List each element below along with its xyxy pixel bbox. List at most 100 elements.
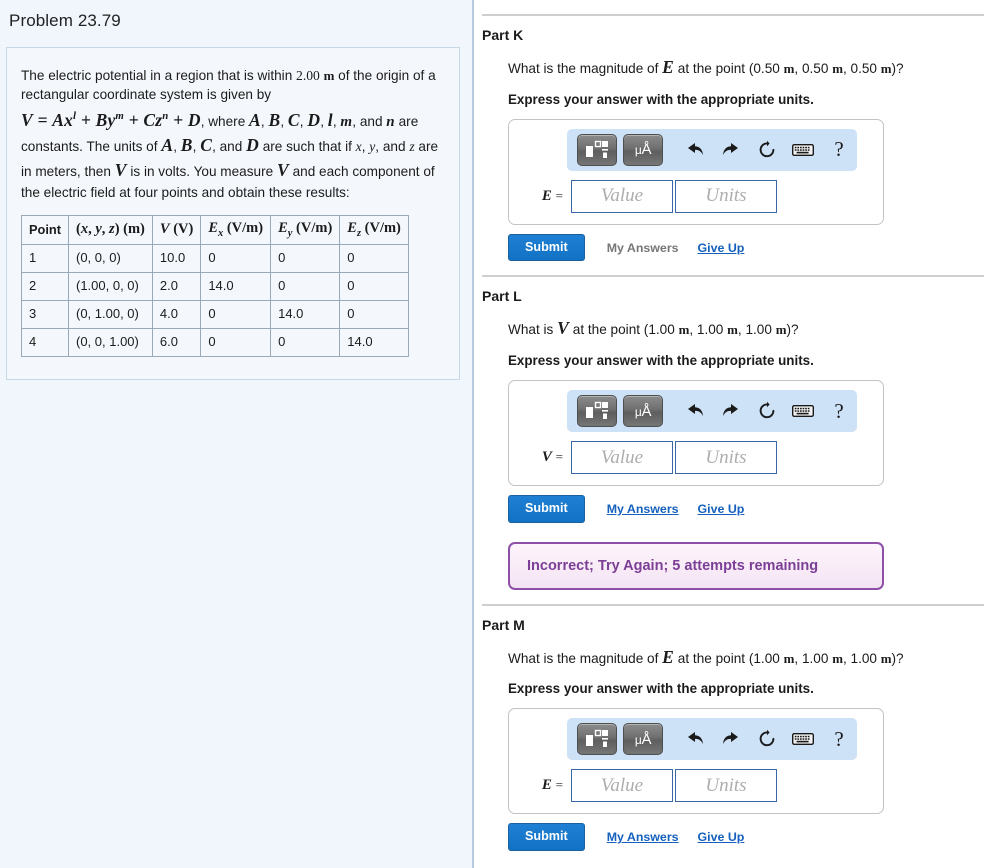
question-symbol: E xyxy=(662,57,675,77)
give-up-link-l[interactable]: Give Up xyxy=(698,502,745,516)
cell-ey: 14.0 xyxy=(270,299,341,329)
redo-arrow-icon[interactable] xyxy=(713,135,749,165)
column-header-point: Point xyxy=(21,214,69,245)
question-suffix: at the point (1.00 m, 1.00 m, 1.00 m)? xyxy=(674,650,904,666)
cell-point: 3 xyxy=(21,299,69,329)
units-icon-label: μÅ xyxy=(634,141,652,159)
cell-point: 2 xyxy=(21,271,69,301)
cell-coordinates: (1.00, 0, 0) xyxy=(68,271,153,301)
cell-ez: 0 xyxy=(339,243,409,273)
give-up-link-k[interactable]: Give Up xyxy=(698,241,745,255)
units-input-m[interactable]: Units xyxy=(675,769,777,803)
units-micro-angstrom-icon[interactable]: μÅ xyxy=(623,395,663,428)
problem-statement-card: The electric potential in a region that … xyxy=(6,47,460,380)
cell-potential: 2.0 xyxy=(151,271,202,301)
feedback-message-l: Incorrect; Try Again; 5 attempts remaini… xyxy=(508,541,884,590)
question-suffix: at the point (0.50 m, 0.50 m, 0.50 m)? xyxy=(674,61,904,76)
my-answers-link-m[interactable]: My Answers xyxy=(607,830,679,844)
units-icon-label: μÅ xyxy=(634,730,652,748)
submit-button-m[interactable]: Submit xyxy=(508,823,585,852)
reset-circular-arrow-icon[interactable] xyxy=(749,724,785,754)
part-question-m: What is the magnitude of E at the point … xyxy=(508,646,984,669)
value-input-k[interactable]: Value xyxy=(571,179,673,213)
cell-potential: 4.0 xyxy=(151,299,202,329)
redo-arrow-icon[interactable] xyxy=(713,724,749,754)
units-micro-angstrom-icon[interactable]: μÅ xyxy=(623,133,663,166)
keyboard-icon[interactable] xyxy=(785,396,821,426)
help-icon[interactable]: ? xyxy=(821,724,857,754)
submit-button-k[interactable]: Submit xyxy=(508,233,585,262)
page-root: Problem 23.79 The electric potential in … xyxy=(0,0,990,868)
problem-statement-text: The electric potential in a region that … xyxy=(21,66,445,202)
question-prefix: What is the magnitude of xyxy=(508,61,663,76)
math-template-icon[interactable] xyxy=(577,723,617,756)
part-title-m: Part M xyxy=(482,616,525,633)
undo-arrow-icon[interactable] xyxy=(677,396,713,426)
question-prefix: What is xyxy=(508,322,558,338)
keyboard-icon[interactable] xyxy=(785,724,821,754)
answer-field-row-l: V = Value Units xyxy=(519,441,873,475)
my-answers-k[interactable]: My Answers xyxy=(607,241,679,255)
undo-arrow-icon[interactable] xyxy=(677,135,713,165)
value-input-m[interactable]: Value xyxy=(571,769,673,803)
section-divider xyxy=(482,275,984,278)
cell-ex: 0 xyxy=(200,327,272,357)
distance-unit: m xyxy=(323,68,335,83)
answer-field-label-k: E = xyxy=(541,187,563,204)
units-micro-angstrom-icon[interactable]: μÅ xyxy=(623,723,663,756)
table-header-row: Point (x, y, z) (m) V (V) Ex (V/m) Ey (V… xyxy=(21,214,409,245)
cell-ex: 0 xyxy=(200,243,272,273)
math-template-icon[interactable] xyxy=(577,133,617,166)
part-title-k: Part K xyxy=(482,27,524,43)
answer-box-k: μÅ ? E = Value Units xyxy=(508,118,884,225)
cell-potential: 6.0 xyxy=(151,327,202,357)
table-row: 3 (0, 1.00, 0) 4.0 0 14.0 0 xyxy=(21,299,409,329)
column-header-ex: Ex (V/m) xyxy=(200,214,272,245)
answer-field-label-l: V = xyxy=(541,449,563,466)
units-input-l[interactable]: Units xyxy=(675,441,777,475)
help-icon[interactable]: ? xyxy=(821,396,857,426)
reset-circular-arrow-icon[interactable] xyxy=(749,396,785,426)
math-template-icon[interactable] xyxy=(577,395,617,428)
part-instruction-m: Express your answer with the appropriate… xyxy=(508,681,814,697)
distance-value: 2.00 xyxy=(296,68,320,83)
help-icon[interactable]: ? xyxy=(821,135,857,165)
cell-coordinates: (0, 0, 0) xyxy=(68,243,153,273)
cell-ez: 0 xyxy=(339,299,409,329)
measurements-table: Point (x, y, z) (m) V (V) Ex (V/m) Ey (V… xyxy=(21,214,409,357)
keyboard-icon[interactable] xyxy=(785,135,821,165)
column-header-ey: Ey (V/m) xyxy=(270,214,341,245)
units-input-k[interactable]: Units xyxy=(675,179,777,213)
cell-ez: 14.0 xyxy=(339,327,409,357)
undo-arrow-icon[interactable] xyxy=(677,724,713,754)
part-instruction-l: Express your answer with the appropriate… xyxy=(508,353,814,369)
cell-ey: 0 xyxy=(270,327,341,357)
parts-panel: Part K What is the magnitude of E at the… xyxy=(474,0,990,868)
section-divider xyxy=(482,14,984,16)
cell-point: 4 xyxy=(21,327,69,357)
answer-field-row-m: E = Value Units xyxy=(519,769,873,803)
cell-coordinates: (0, 1.00, 0) xyxy=(68,299,153,329)
cell-ex: 14.0 xyxy=(200,271,272,301)
submit-button-l[interactable]: Submit xyxy=(508,495,585,523)
reset-circular-arrow-icon[interactable] xyxy=(749,135,785,165)
cell-potential: 10.0 xyxy=(151,243,202,273)
question-symbol: V xyxy=(557,318,569,339)
question-suffix: at the point (1.00 m, 1.00 m, 1.00 m)? xyxy=(568,322,799,338)
submit-row-l: Submit My Answers Give Up xyxy=(508,495,984,523)
table-row: 2 (1.00, 0, 0) 2.0 14.0 0 0 xyxy=(21,271,409,301)
column-header-coordinates: (x, y, z) (m) xyxy=(68,214,153,245)
answer-box-m: μÅ ? E = Value Units xyxy=(508,708,884,815)
statement-sentence-1: The electric potential in a region that … xyxy=(21,68,436,103)
value-input-l[interactable]: Value xyxy=(571,441,673,475)
question-symbol: E xyxy=(662,646,675,667)
give-up-link-m[interactable]: Give Up xyxy=(698,830,745,844)
table-row: 4 (0, 0, 1.00) 6.0 0 0 14.0 xyxy=(21,327,409,357)
part-question-l: What is V at the point (1.00 m, 1.00 m, … xyxy=(508,317,984,340)
my-answers-link-l[interactable]: My Answers xyxy=(607,502,679,516)
answer-field-label-m: E = xyxy=(541,777,563,794)
answer-toolbar-m: μÅ ? xyxy=(567,718,857,761)
redo-arrow-icon[interactable] xyxy=(713,396,749,426)
cell-ez: 0 xyxy=(339,271,409,301)
part-question-k: What is the magnitude of E at the point … xyxy=(508,56,984,79)
